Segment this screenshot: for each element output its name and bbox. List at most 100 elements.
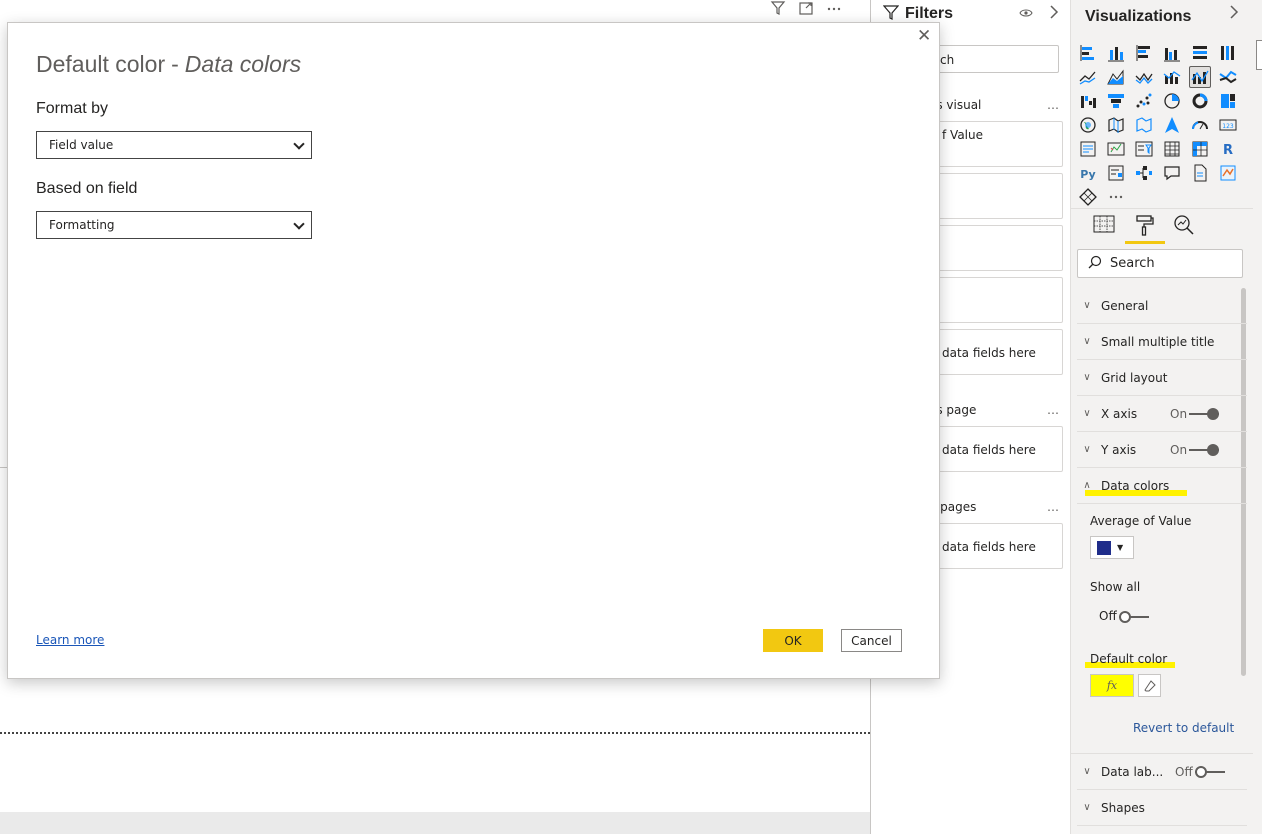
filters-header: Filters [882, 4, 953, 23]
section-label: X axis [1101, 406, 1138, 421]
tab-analytics[interactable] [1171, 214, 1197, 242]
filter-card[interactable] [933, 277, 1063, 323]
arcgis-map-icon[interactable] [1217, 162, 1239, 184]
color-swatch [1097, 540, 1111, 555]
ok-button[interactable]: OK [763, 629, 823, 652]
clustered-column-chart-icon[interactable] [1161, 42, 1183, 64]
chevron-down-icon: ∨ [1083, 766, 1091, 777]
more-options-icon[interactable]: … [1047, 500, 1059, 514]
eye-icon[interactable] [1019, 8, 1033, 21]
100-percent-bar-chart-icon[interactable] [1189, 42, 1211, 64]
filter-card[interactable] [933, 225, 1063, 271]
treemap-icon[interactable] [1217, 90, 1239, 112]
conditional-formatting-fx-button[interactable]: fx [1090, 674, 1134, 697]
average-of-value-label: Average of Value [1090, 514, 1192, 528]
chevron-right-icon[interactable] [1049, 4, 1059, 24]
section-data-labels[interactable]: ∨ Data lab... Off [1077, 754, 1247, 790]
toggle-state-label: On [1170, 406, 1188, 421]
page-boundary-line [0, 732, 870, 734]
based-on-field-value: Formatting [49, 218, 115, 232]
fields-pane-edge[interactable] [1256, 40, 1262, 70]
visual-type-gallery: 123 R Py [1077, 42, 1243, 210]
y-axis-toggle[interactable] [1189, 443, 1219, 456]
data-labels-toggle[interactable] [1195, 765, 1225, 778]
focus-mode-icon[interactable] [798, 0, 814, 16]
stacked-column-chart-icon[interactable] [1105, 42, 1127, 64]
section-data-colors[interactable]: ∧ Data colors [1077, 468, 1247, 504]
filter-icon[interactable] [770, 0, 786, 16]
x-axis-toggle[interactable] [1189, 407, 1219, 420]
more-options-icon[interactable]: … [1047, 403, 1059, 417]
color-picker-button[interactable]: ▼ [1090, 536, 1134, 559]
learn-more-link[interactable]: Learn more [36, 633, 104, 647]
matrix-icon[interactable] [1189, 138, 1211, 160]
format-by-select[interactable]: Field value [36, 131, 312, 159]
waterfall-chart-icon[interactable] [1077, 90, 1099, 112]
key-influencers-icon[interactable] [1105, 162, 1127, 184]
section-label: Grid layout [1101, 370, 1168, 385]
area-chart-icon[interactable] [1105, 66, 1127, 88]
more-visuals-icon[interactable] [1105, 186, 1127, 208]
chevron-down-icon: ∨ [1083, 336, 1091, 347]
cancel-button[interactable]: Cancel [841, 629, 902, 652]
shape-map-icon[interactable] [1133, 114, 1155, 136]
dialog-title-separator: - [171, 51, 179, 77]
table-icon[interactable] [1161, 138, 1183, 160]
donut-chart-icon[interactable] [1189, 90, 1211, 112]
line-and-clustered-column-chart-icon[interactable] [1189, 66, 1211, 88]
filter-icon [882, 4, 900, 23]
filter-drop-zone[interactable]: data fields here [933, 426, 1063, 472]
section-small-multiple-title[interactable]: ∨ Small multiple title [1077, 324, 1247, 360]
toggle-state-label: Off [1099, 609, 1117, 623]
format-by-label: Format by [36, 100, 109, 117]
card-icon[interactable]: 123 [1217, 114, 1239, 136]
funnel-chart-icon[interactable] [1105, 90, 1127, 112]
qa-icon[interactable] [1161, 162, 1183, 184]
tab-fields[interactable] [1091, 214, 1117, 242]
viz-search-input[interactable]: Search [1077, 249, 1243, 278]
slicer-icon[interactable] [1133, 138, 1155, 160]
azure-map-icon[interactable] [1161, 114, 1183, 136]
line-and-stacked-column-chart-icon[interactable] [1161, 66, 1183, 88]
section-x-axis[interactable]: ∨ X axis On [1077, 396, 1247, 432]
gauge-icon[interactable] [1189, 114, 1211, 136]
based-on-field-select[interactable]: Formatting [36, 211, 312, 239]
filter-drop-zone[interactable]: data fields here [933, 329, 1063, 375]
map-icon[interactable] [1077, 114, 1099, 136]
clustered-bar-chart-icon[interactable] [1133, 42, 1155, 64]
search-icon [1088, 255, 1102, 273]
show-all-toggle[interactable] [1119, 611, 1149, 623]
filter-card-average-of-value[interactable]: f Value [933, 121, 1063, 167]
stacked-bar-chart-icon[interactable] [1077, 42, 1099, 64]
ribbon-chart-icon[interactable] [1217, 66, 1239, 88]
section-general[interactable]: ∨ General [1077, 288, 1247, 324]
more-options-icon[interactable]: … [1047, 98, 1059, 112]
section-y-axis[interactable]: ∨ Y axis On [1077, 432, 1247, 468]
multi-row-card-icon[interactable] [1077, 138, 1099, 160]
close-icon[interactable]: ✕ [917, 26, 931, 46]
more-options-icon[interactable] [826, 0, 842, 16]
power-apps-icon[interactable] [1077, 186, 1099, 208]
section-grid-layout[interactable]: ∨ Grid layout [1077, 360, 1247, 396]
python-visual-icon[interactable]: Py [1077, 162, 1099, 184]
stacked-area-chart-icon[interactable] [1133, 66, 1155, 88]
revert-to-default-link[interactable]: Revert to default [1133, 721, 1234, 735]
100-percent-column-chart-icon[interactable] [1217, 42, 1239, 64]
filter-drop-zone[interactable]: data fields here [933, 523, 1063, 569]
section-shapes[interactable]: ∨ Shapes [1077, 790, 1247, 826]
filters-search-input[interactable]: ch [933, 45, 1059, 73]
scatter-chart-icon[interactable] [1133, 90, 1155, 112]
chevron-right-icon[interactable] [1229, 4, 1239, 24]
toggle-state-label: On [1170, 442, 1188, 457]
eraser-icon[interactable] [1138, 674, 1161, 697]
filter-card[interactable] [933, 173, 1063, 219]
decomposition-tree-icon[interactable] [1133, 162, 1155, 184]
filters-on-this-visual-label: is visual [933, 98, 982, 112]
line-chart-icon[interactable] [1077, 66, 1099, 88]
filled-map-icon[interactable] [1105, 114, 1127, 136]
kpi-icon[interactable] [1105, 138, 1127, 160]
paginated-report-icon[interactable] [1189, 162, 1211, 184]
pie-chart-icon[interactable] [1161, 90, 1183, 112]
r-script-visual-icon[interactable]: R [1217, 138, 1239, 160]
tab-format[interactable] [1125, 214, 1165, 244]
